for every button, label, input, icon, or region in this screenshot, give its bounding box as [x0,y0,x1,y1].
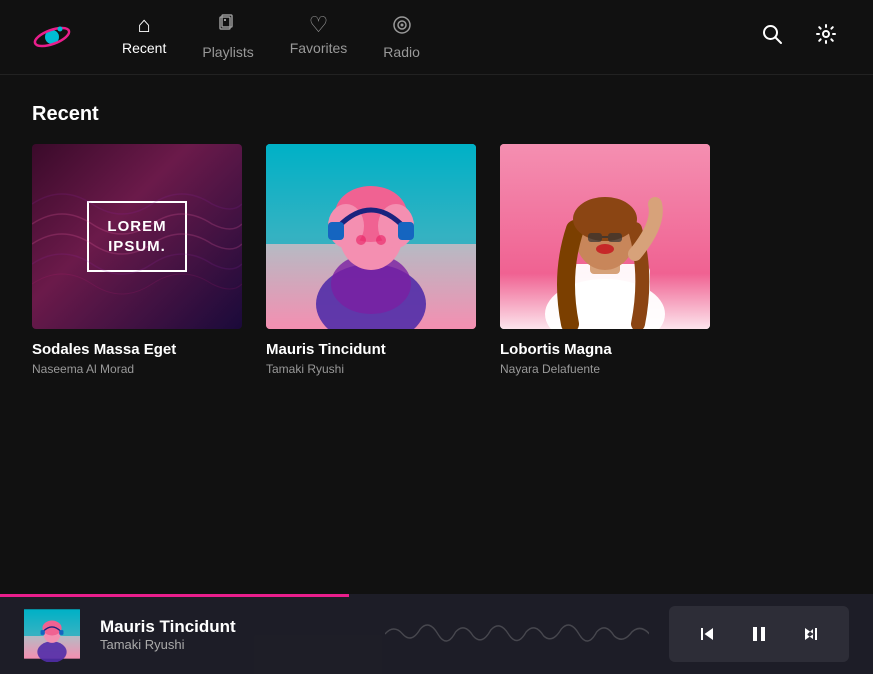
settings-button[interactable] [811,19,841,55]
search-icon [761,23,783,45]
nav-item-playlists[interactable]: Playlists [202,14,253,60]
card-3-artwork [500,144,710,329]
next-icon [799,622,823,646]
header: ⌂ Recent Playlists ♡ Favorites [0,0,873,75]
playback-controls [669,606,849,662]
heart-icon: ♡ [309,14,329,36]
card-1[interactable]: LOREM IPSUM. Sodales Massa Eget Naseema … [32,144,242,376]
prev-button[interactable] [689,616,725,652]
card-2-artwork [266,144,476,329]
now-playing-bar: Mauris Tincidunt Tamaki Ryushi [0,594,873,674]
card-3[interactable]: Lobortis Magna Nayara Delafuente [500,144,710,376]
progress-bar [0,594,349,597]
logo-icon [32,17,72,57]
settings-icon [815,23,837,45]
nav-actions [757,19,841,55]
now-playing-title: Mauris Tincidunt [100,617,365,637]
card-3-image [500,144,710,329]
card-2-svg [266,144,476,329]
nav-label-favorites: Favorites [290,40,348,56]
np-thumb-svg [24,606,80,662]
nav-label-radio: Radio [383,44,420,60]
now-playing-thumbnail [24,606,80,662]
card-1-image: LOREM IPSUM. [32,144,242,329]
next-button[interactable] [793,616,829,652]
home-icon: ⌂ [138,14,151,36]
nav-bar: ⌂ Recent Playlists ♡ Favorites [122,14,717,60]
card-2-image [266,144,476,329]
nav-label-recent: Recent [122,40,166,56]
main-content: Recent LOREM IPSUM. [0,75,873,594]
card-1-artwork: LOREM IPSUM. [32,144,242,329]
section-title: Recent [32,103,841,126]
waveform [385,614,650,654]
pause-button[interactable] [741,616,777,652]
prev-icon [695,622,719,646]
nav-item-recent[interactable]: ⌂ Recent [122,14,166,60]
card-1-artist: Naseema Al Morad [32,362,242,376]
now-playing-artist: Tamaki Ryushi [100,637,365,652]
now-playing-info: Mauris Tincidunt Tamaki Ryushi [100,617,365,652]
card-3-svg [500,144,710,329]
card-2-title: Mauris Tincidunt [266,341,476,358]
nav-item-radio[interactable]: Radio [383,14,420,60]
radio-icon [391,14,413,40]
card-3-artist: Nayara Delafuente [500,362,710,376]
search-button[interactable] [757,19,787,55]
playlists-icon [217,14,239,40]
nav-item-favorites[interactable]: ♡ Favorites [290,14,348,60]
logo [32,17,72,57]
card-2-artist: Tamaki Ryushi [266,362,476,376]
waveform-svg [385,614,650,654]
nav-label-playlists: Playlists [202,44,253,60]
pause-icon [747,622,771,646]
card-3-title: Lobortis Magna [500,341,710,358]
card-2[interactable]: Mauris Tincidunt Tamaki Ryushi [266,144,476,376]
cards-row: LOREM IPSUM. Sodales Massa Eget Naseema … [32,144,841,376]
card-1-title: Sodales Massa Eget [32,341,242,358]
